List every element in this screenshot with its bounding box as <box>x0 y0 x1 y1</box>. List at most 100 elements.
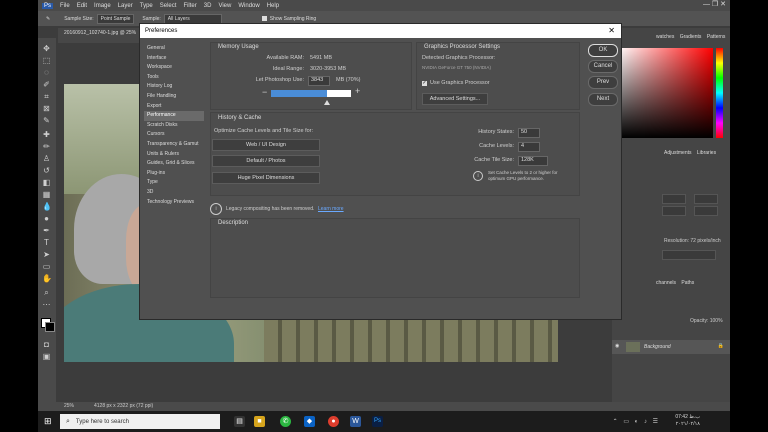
crop-tool-icon[interactable]: ⌗ <box>42 92 51 101</box>
tab-gradients[interactable]: Gradients <box>680 34 702 40</box>
cache-tile-select[interactable]: 128K <box>518 156 548 166</box>
more-tools-icon[interactable]: ⋯ <box>42 300 51 309</box>
stamp-tool-icon[interactable]: ♙ <box>42 154 51 163</box>
nav-item-history-log[interactable]: History Log <box>144 82 204 92</box>
quick-select-icon[interactable]: ✐ <box>42 80 51 89</box>
cancel-button[interactable]: Cancel <box>588 60 618 73</box>
lasso-tool-icon[interactable]: ◌ <box>42 68 51 77</box>
opacity-label[interactable]: Opacity: 100% <box>690 318 723 324</box>
nav-item-scratch-disks[interactable]: Scratch Disks <box>144 121 204 131</box>
frame-tool-icon[interactable]: ⊠ <box>42 104 51 113</box>
layer-name[interactable]: Background <box>644 344 671 350</box>
tab-swatches[interactable]: watches <box>656 34 674 40</box>
menu-edit[interactable]: Edit <box>77 3 87 9</box>
menu-select[interactable]: Select <box>160 3 177 9</box>
quick-mask-icon[interactable]: ◘ <box>42 340 51 349</box>
ok-button[interactable]: OK <box>588 44 618 57</box>
properties-field-4[interactable] <box>694 206 718 216</box>
memory-slider-thumb[interactable] <box>324 100 330 105</box>
properties-field-5[interactable] <box>662 250 716 260</box>
dropbox-icon[interactable]: ◆ <box>304 416 315 427</box>
taskbar-clock[interactable]: 07:42 ب.ظ ۲۰۲۱/۰۲/۱۸ <box>675 414 700 428</box>
properties-field-1[interactable] <box>662 194 686 204</box>
menu-layer[interactable]: Layer <box>118 3 133 9</box>
blur-tool-icon[interactable]: 💧 <box>42 202 52 211</box>
next-button[interactable]: Next <box>588 93 618 106</box>
use-gpu-checkbox[interactable]: ✓ <box>422 81 427 86</box>
task-view-icon[interactable]: ▤ <box>234 416 245 427</box>
menu-3d[interactable]: 3D <box>204 3 212 9</box>
whatsapp-icon[interactable]: ✆ <box>280 416 291 427</box>
nav-item-performance[interactable]: Performance <box>144 111 204 121</box>
window-controls[interactable]: — ❐ ✕ <box>703 0 726 8</box>
nav-item-type[interactable]: Type <box>144 178 204 188</box>
memory-plus-button[interactable]: + <box>355 86 360 96</box>
properties-field-2[interactable] <box>694 194 718 204</box>
chrome-icon[interactable]: ● <box>328 416 339 427</box>
nav-item-3d[interactable]: 3D <box>144 188 204 198</box>
prev-button[interactable]: Prev <box>588 76 618 89</box>
tab-libraries[interactable]: Libraries <box>697 150 716 156</box>
tab-channels[interactable]: channels <box>656 280 676 286</box>
word-icon[interactable]: W <box>350 416 361 427</box>
menu-image[interactable]: Image <box>94 3 111 9</box>
properties-field-3[interactable] <box>662 206 686 216</box>
zoom-tool-icon[interactable]: ⌕ <box>42 288 51 297</box>
pen-tool-icon[interactable]: ✒ <box>42 226 51 235</box>
menu-file[interactable]: File <box>60 3 70 9</box>
healing-tool-icon[interactable]: ✚ <box>42 130 51 139</box>
learn-more-link[interactable]: Learn more <box>318 206 344 212</box>
layer-row[interactable]: ◉ Background 🔒 <box>612 340 730 354</box>
zoom-level[interactable]: 25% <box>64 403 74 409</box>
photoshop-taskbar-icon[interactable]: Ps <box>372 416 383 427</box>
close-icon[interactable]: ✕ <box>608 24 615 38</box>
web-ui-design-button[interactable]: Web / UI Design <box>212 139 320 151</box>
history-states-input[interactable]: 50 <box>518 128 540 138</box>
nav-item-file-handling[interactable]: File Handling <box>144 92 204 102</box>
color-picker-field[interactable] <box>618 48 713 138</box>
eyedropper-tool-icon[interactable]: ✎ <box>42 116 51 125</box>
menu-view[interactable]: View <box>218 3 231 9</box>
sample-select[interactable]: All Layers <box>163 13 222 24</box>
memory-slider-track[interactable] <box>271 90 351 97</box>
explorer-icon[interactable]: ■ <box>254 416 265 427</box>
background-color-swatch[interactable] <box>45 322 55 332</box>
sample-size-select[interactable]: Point Sample <box>96 13 135 24</box>
brush-tool-icon[interactable]: ✏ <box>42 142 51 151</box>
menu-type[interactable]: Type <box>140 3 153 9</box>
default-photos-button[interactable]: Default / Photos <box>212 155 320 167</box>
hand-tool-icon[interactable]: ✋ <box>42 274 52 283</box>
nav-item-plug-ins[interactable]: Plug-ins <box>144 169 204 179</box>
huge-pixel-button[interactable]: Huge Pixel Dimensions <box>212 172 320 184</box>
use-gpu-label[interactable]: Use Graphics Processor <box>430 80 490 86</box>
eraser-tool-icon[interactable]: ◧ <box>42 178 51 187</box>
nav-item-export[interactable]: Export <box>144 102 204 112</box>
move-tool-icon[interactable]: ✥ <box>42 44 51 53</box>
nav-item-transparency-gamut[interactable]: Transparency & Gamut <box>144 140 204 150</box>
tab-paths[interactable]: Paths <box>681 280 694 286</box>
memory-use-input[interactable]: 3843 <box>308 76 330 86</box>
nav-item-workspace[interactable]: Workspace <box>144 63 204 73</box>
menu-window[interactable]: Window <box>238 3 259 9</box>
memory-minus-button[interactable]: − <box>262 87 267 97</box>
cache-levels-input[interactable]: 4 <box>518 142 540 152</box>
marquee-tool-icon[interactable]: ⬚ <box>42 56 51 65</box>
nav-item-tools[interactable]: Tools <box>144 73 204 83</box>
windows-start-icon[interactable]: ⊞ <box>44 417 53 426</box>
menu-filter[interactable]: Filter <box>183 3 196 9</box>
nav-item-cursors[interactable]: Cursors <box>144 130 204 140</box>
visibility-eye-icon[interactable]: ◉ <box>615 343 619 349</box>
menu-help[interactable]: Help <box>267 3 279 9</box>
hue-slider[interactable] <box>716 48 723 138</box>
screen-mode-icon[interactable]: ▣ <box>42 352 51 361</box>
path-select-icon[interactable]: ➤ <box>42 250 51 259</box>
advanced-settings-button[interactable]: Advanced Settings... <box>422 93 488 105</box>
ps-logo[interactable]: Ps <box>42 2 54 9</box>
type-tool-icon[interactable]: T <box>42 238 51 247</box>
show-ring-checkbox[interactable] <box>261 16 267 21</box>
history-brush-icon[interactable]: ↺ <box>42 166 51 175</box>
nav-item-technology-previews[interactable]: Technology Previews <box>144 198 204 208</box>
nav-item-interface[interactable]: Interface <box>144 54 204 64</box>
rectangle-tool-icon[interactable]: ▭ <box>42 262 51 271</box>
tab-adjustments[interactable]: Adjustments <box>664 150 692 156</box>
